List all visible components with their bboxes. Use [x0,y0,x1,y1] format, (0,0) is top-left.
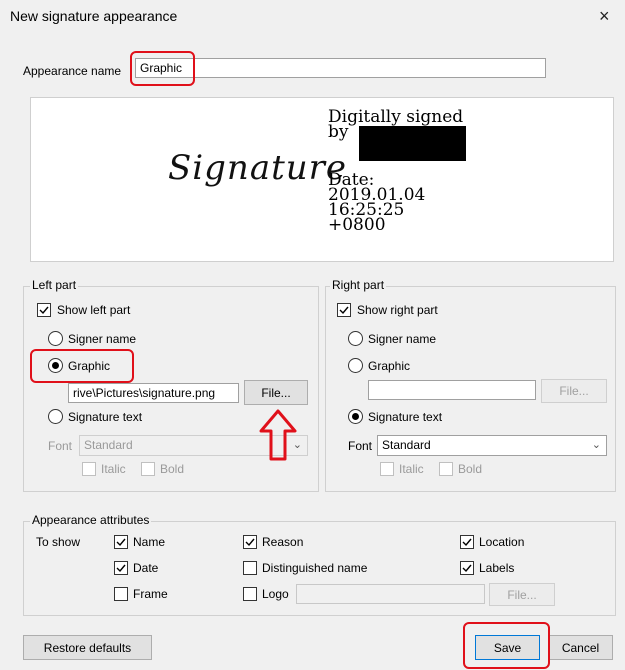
show-right-part-label: Show right part [357,303,438,317]
right-italic-label: Italic [399,462,424,476]
right-file-button[interactable]: File... [541,379,607,403]
check-icon [116,564,126,573]
name-label: Name [133,535,166,549]
logo-checkbox[interactable] [243,587,257,601]
right-signature-text-radio[interactable] [348,409,363,424]
left-bold-label: Bold [160,462,185,476]
right-font-select[interactable]: Standard ⌄ [377,435,607,456]
right-bold-label: Bold [458,462,483,476]
logo-file-button[interactable]: File... [489,583,555,606]
name-checkbox[interactable] [114,535,128,549]
logo-path-input[interactable] [296,584,485,604]
location-label: Location [479,535,525,549]
logo-label: Logo [262,587,289,601]
annotation-arrow-up-icon [259,409,297,461]
left-signer-name-label: Signer name [68,332,137,346]
appearance-attributes-legend: Appearance attributes [30,513,152,527]
check-icon [39,306,49,315]
right-italic-checkbox[interactable] [380,462,394,476]
reason-label: Reason [262,535,304,549]
window-title: New signature appearance [10,8,178,24]
signature-image: Signature [168,148,348,188]
frame-checkbox[interactable] [114,587,128,601]
chevron-down-icon: ⌄ [591,439,601,451]
right-file-path-input[interactable] [368,380,536,400]
show-left-part-label: Show left part [57,303,131,317]
labels-checkbox[interactable] [460,561,474,575]
right-signer-name-label: Signer name [368,332,437,346]
restore-defaults-button[interactable]: Restore defaults [23,635,152,660]
left-signer-name-radio[interactable] [48,331,63,346]
date-checkbox[interactable] [114,561,128,575]
left-bold-checkbox[interactable] [141,462,155,476]
left-graphic-label: Graphic [68,359,111,373]
right-graphic-radio[interactable] [348,358,363,373]
right-part-legend: Right part [330,278,387,292]
distinguished-name-label: Distinguished name [262,561,368,575]
left-font-value: Standard [84,438,133,452]
show-left-part-checkbox[interactable] [37,303,51,317]
right-bold-checkbox[interactable] [439,462,453,476]
check-icon [339,306,349,315]
date-label: Date [133,561,159,575]
left-file-button[interactable]: File... [244,380,308,405]
location-checkbox[interactable] [460,535,474,549]
check-icon [116,538,126,547]
left-font-label: Font [48,439,73,453]
appearance-name-input[interactable]: Graphic [135,58,546,78]
to-show-label: To show [36,535,81,549]
save-button[interactable]: Save [475,635,540,660]
check-icon [462,564,472,573]
right-signature-text-label: Signature text [368,410,443,424]
right-font-label: Font [348,439,373,453]
date-text: Date: 2019.01.04 16:25:25 +0800 [328,170,426,235]
left-signature-text-radio[interactable] [48,409,63,424]
left-italic-checkbox[interactable] [82,462,96,476]
redacted-signer-name [359,126,466,161]
left-italic-label: Italic [101,462,126,476]
left-part-legend: Left part [30,278,79,292]
appearance-name-label: Appearance name [23,64,122,78]
show-right-part-checkbox[interactable] [337,303,351,317]
frame-label: Frame [133,587,168,601]
distinguished-name-checkbox[interactable] [243,561,257,575]
cancel-button[interactable]: Cancel [548,635,613,660]
left-file-path-input[interactable]: rive\Pictures\signature.png [68,383,239,403]
close-icon[interactable]: × [599,6,610,27]
check-icon [462,538,472,547]
reason-checkbox[interactable] [243,535,257,549]
left-graphic-radio[interactable] [48,358,63,373]
right-graphic-label: Graphic [368,359,411,373]
check-icon [245,538,255,547]
right-signer-name-radio[interactable] [348,331,363,346]
signature-preview: Signature Digitally signed by Date: 2019… [30,97,614,262]
right-font-value: Standard [382,438,431,452]
labels-label: Labels [479,561,515,575]
left-signature-text-label: Signature text [68,410,143,424]
